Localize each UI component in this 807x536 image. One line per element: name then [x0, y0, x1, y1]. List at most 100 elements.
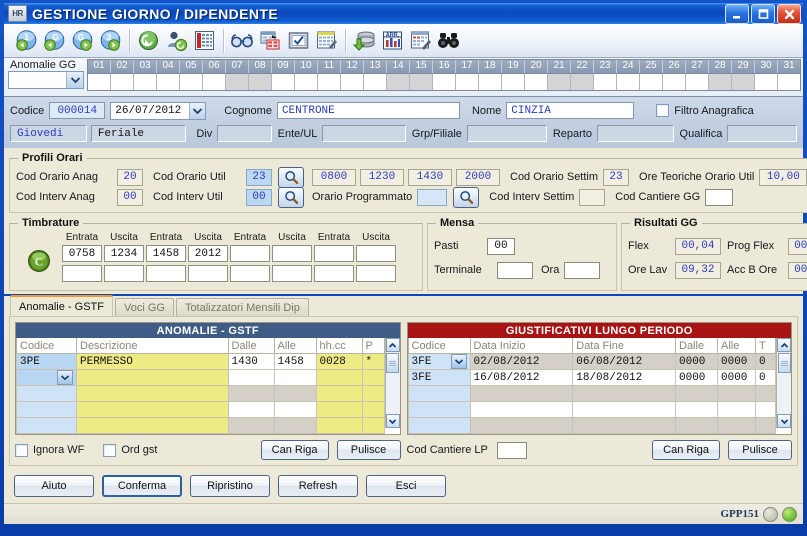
- day-number-25[interactable]: 25: [640, 60, 663, 73]
- first-record-icon[interactable]: 1: [14, 28, 39, 53]
- day-cell-28[interactable]: [709, 74, 732, 90]
- giustificativi-r2-c4[interactable]: [717, 385, 756, 402]
- glasses-icon[interactable]: [230, 28, 255, 53]
- scroll-thumb[interactable]: [386, 353, 399, 373]
- cod-interv-util-field[interactable]: 00: [246, 188, 272, 206]
- timbratura-r2-c4[interactable]: [230, 265, 270, 282]
- next-record-icon[interactable]: G: [70, 28, 95, 53]
- anomalie-r1-c0[interactable]: [16, 369, 77, 386]
- table-row[interactable]: [16, 385, 385, 402]
- day-number-02[interactable]: 02: [111, 60, 134, 73]
- timbratura-r1-c0[interactable]: 0758: [62, 245, 102, 262]
- anomalie-r4-c4[interactable]: [315, 417, 363, 434]
- day-number-16[interactable]: 16: [433, 60, 456, 73]
- day-cell-06[interactable]: [203, 74, 226, 90]
- ente-ul-field[interactable]: [322, 125, 406, 142]
- giustificativi-r4-c0[interactable]: [407, 417, 471, 434]
- anomalie-r3-c1[interactable]: [76, 401, 229, 418]
- anomalie-r4-c0[interactable]: [16, 417, 77, 434]
- day-number-08[interactable]: 08: [249, 60, 272, 73]
- giustificativi-r3-c2[interactable]: [572, 401, 676, 418]
- binoculars-icon[interactable]: [436, 28, 461, 53]
- day-number-14[interactable]: 14: [387, 60, 410, 73]
- scroll-up-icon[interactable]: [777, 338, 791, 352]
- tab-anomalie-gstf[interactable]: Anomalie - GSTF: [10, 295, 113, 316]
- anomalie-r3-c2[interactable]: [227, 401, 275, 418]
- user-refresh-icon[interactable]: [164, 28, 189, 53]
- giustificativi-r3-c3[interactable]: [675, 401, 718, 418]
- anomalie-r4-c3[interactable]: [273, 417, 317, 434]
- timbratura-r2-c3[interactable]: [188, 265, 228, 282]
- day-cell-25[interactable]: [640, 74, 663, 90]
- anomalie-r0-c3[interactable]: 1458: [273, 353, 317, 370]
- table-row[interactable]: [16, 369, 385, 386]
- day-cell-24[interactable]: [617, 74, 640, 90]
- giustificativi-col-data-fine[interactable]: Data Fine: [572, 338, 676, 354]
- giustificativi-r3-c4[interactable]: [717, 401, 756, 418]
- anomalie-r2-c3[interactable]: [273, 385, 317, 402]
- calendar-edit-icon[interactable]: [314, 28, 339, 53]
- anomalie-r1-c5[interactable]: [361, 369, 385, 386]
- day-number-17[interactable]: 17: [456, 60, 479, 73]
- refresh-icon[interactable]: [136, 28, 161, 53]
- anomalie-r2-c5[interactable]: [361, 385, 385, 402]
- day-number-27[interactable]: 27: [686, 60, 709, 73]
- day-cell-07[interactable]: [226, 74, 249, 90]
- cod-interv-util-search-button[interactable]: [278, 186, 304, 208]
- cod-cantiere-gg-field[interactable]: [705, 188, 734, 206]
- cod-cantiere-lp-field[interactable]: [496, 441, 527, 459]
- giustificativi-r2-c0[interactable]: [407, 385, 471, 402]
- day-number-22[interactable]: 22: [571, 60, 594, 73]
- giustificativi-scrollbar[interactable]: [776, 338, 791, 428]
- giustificativi-r3-c0[interactable]: [407, 401, 471, 418]
- day-cell-01[interactable]: [88, 74, 111, 90]
- day-cell-17[interactable]: [456, 74, 479, 90]
- table-row[interactable]: [407, 401, 776, 418]
- giustificativi-r0-c3[interactable]: 0000: [675, 353, 718, 370]
- giustificativi-col-alle[interactable]: Alle: [717, 338, 756, 354]
- anomalie-r0-c1[interactable]: PERMESSO: [76, 353, 229, 370]
- day-cell-26[interactable]: [663, 74, 686, 90]
- giustificativi-r2-c2[interactable]: [572, 385, 676, 402]
- day-cell-18[interactable]: [479, 74, 502, 90]
- calendar-red-icon[interactable]: [192, 28, 217, 53]
- anomalie-r2-c1[interactable]: [76, 385, 229, 402]
- anomalie-r0-c2[interactable]: 1430: [227, 353, 275, 370]
- minimize-button[interactable]: [725, 4, 749, 24]
- table-export-icon[interactable]: [258, 28, 283, 53]
- orario-programmato-field[interactable]: [417, 188, 448, 206]
- orario-1-field[interactable]: 0800: [312, 168, 356, 186]
- giustificativi-r1-c4[interactable]: 0000: [717, 369, 756, 386]
- ripristino-button[interactable]: Ripristino: [190, 475, 270, 497]
- grp-filiale-field[interactable]: [466, 125, 547, 142]
- ore-teoriche-field[interactable]: 10,00: [759, 168, 807, 186]
- anomalie-r4-c1[interactable]: [76, 417, 229, 434]
- timbratura-r2-c0[interactable]: [62, 265, 102, 282]
- cod-orario-util-field[interactable]: 23: [246, 168, 272, 186]
- giustificativi-r4-c5[interactable]: [755, 417, 776, 434]
- cod-interv-anag-field[interactable]: 00: [117, 188, 143, 206]
- anomalie-r0-c4[interactable]: 0028: [315, 353, 363, 370]
- anomalie-r3-c0[interactable]: [16, 401, 77, 418]
- anomalie-r2-c0[interactable]: [16, 385, 77, 402]
- conferma-button[interactable]: Conferma: [102, 475, 182, 497]
- timbratura-r1-c3[interactable]: 2012: [188, 245, 228, 262]
- timbratura-r1-c1[interactable]: 1234: [104, 245, 144, 262]
- day-cell-04[interactable]: [157, 74, 180, 90]
- ignora-wf-checkbox[interactable]: Ignora WF: [15, 443, 89, 457]
- scroll-track[interactable]: [385, 373, 400, 414]
- close-button[interactable]: [777, 4, 801, 24]
- tab-voci-gg[interactable]: Voci GG: [114, 298, 174, 316]
- day-number-11[interactable]: 11: [318, 60, 341, 73]
- cell-combo[interactable]: 3FE: [412, 354, 467, 369]
- day-cell-08[interactable]: [249, 74, 272, 90]
- day-cell-10[interactable]: [295, 74, 318, 90]
- day-number-24[interactable]: 24: [617, 60, 640, 73]
- day-cell-27[interactable]: [686, 74, 709, 90]
- day-number-01[interactable]: 01: [88, 60, 111, 73]
- div-field[interactable]: [217, 125, 272, 142]
- giustificativi-r4-c1[interactable]: [469, 417, 574, 434]
- giustificativi-col-codice[interactable]: Codice: [407, 338, 471, 354]
- timbratura-r1-c2[interactable]: 1458: [146, 245, 186, 262]
- giustificativi-col-data-inizio[interactable]: Data Inizio: [469, 338, 574, 354]
